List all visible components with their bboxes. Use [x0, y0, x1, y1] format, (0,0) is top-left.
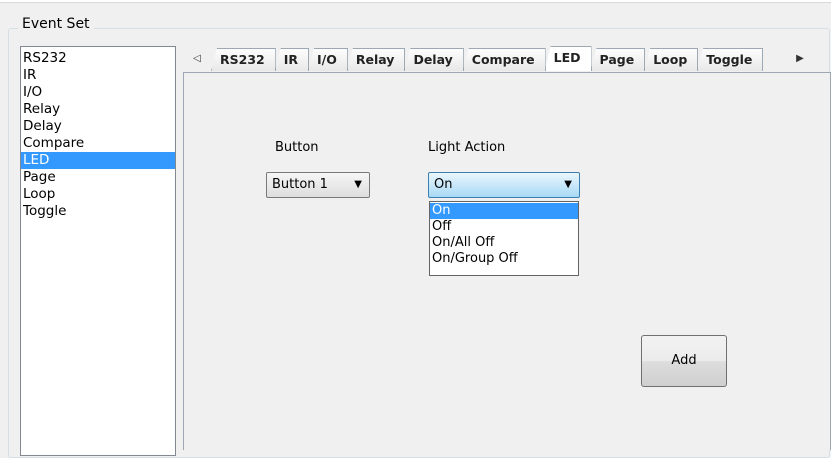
list-item-toggle[interactable]: Toggle [21, 203, 175, 220]
light-action-select[interactable]: On ▼ [428, 172, 580, 198]
tab-relay[interactable]: Relay [346, 48, 406, 71]
chevron-down-icon: ▼ [564, 179, 572, 190]
scroll-right-icon[interactable]: ▶ [794, 52, 806, 66]
add-button[interactable]: Add [641, 335, 727, 387]
tab-loop[interactable]: Loop [644, 48, 699, 71]
light-action-select-value: On [434, 177, 453, 192]
tab-ir[interactable]: IR [274, 48, 310, 71]
light-action-label: Light Action [428, 140, 506, 155]
button-label: Button [275, 140, 319, 155]
tab-page[interactable]: Page [590, 48, 646, 71]
group-title: Event Set [18, 16, 94, 32]
chevron-down-icon: ▼ [354, 179, 362, 190]
tab-toggle[interactable]: Toggle [697, 48, 764, 71]
list-item-compare[interactable]: Compare [21, 135, 175, 152]
tab-delay[interactable]: Delay [404, 48, 464, 71]
button-select[interactable]: Button 1 ▼ [266, 172, 370, 198]
list-item-loop[interactable]: Loop [21, 186, 175, 203]
tab-strip: ◁ RS232 IR I/O Relay Delay Compare LED P… [183, 46, 808, 72]
tab-io[interactable]: I/O [308, 48, 348, 71]
tab-compare[interactable]: Compare [462, 48, 546, 71]
button-select-value: Button 1 [272, 177, 328, 192]
list-item-page[interactable]: Page [21, 169, 175, 186]
scroll-left-icon[interactable]: ◁ [191, 52, 203, 66]
list-item-ir[interactable]: IR [21, 67, 175, 84]
option-on[interactable]: On [430, 203, 578, 219]
tab-led[interactable]: LED [544, 46, 592, 71]
top-divider [0, 0, 831, 3]
light-action-dropdown[interactable]: On Off On/All Off On/Group Off [429, 201, 579, 276]
list-item-rs232[interactable]: RS232 [21, 50, 175, 67]
list-item-relay[interactable]: Relay [21, 101, 175, 118]
list-item-delay[interactable]: Delay [21, 118, 175, 135]
option-off[interactable]: Off [430, 219, 578, 235]
list-item-io[interactable]: I/O [21, 84, 175, 101]
option-on-all-off[interactable]: On/All Off [430, 235, 578, 251]
option-on-group-off[interactable]: On/Group Off [430, 251, 578, 267]
event-type-list[interactable]: RS232 IR I/O Relay Delay Compare LED Pag… [20, 46, 176, 456]
tab-rs232[interactable]: RS232 [211, 48, 276, 71]
list-item-led[interactable]: LED [21, 152, 175, 169]
